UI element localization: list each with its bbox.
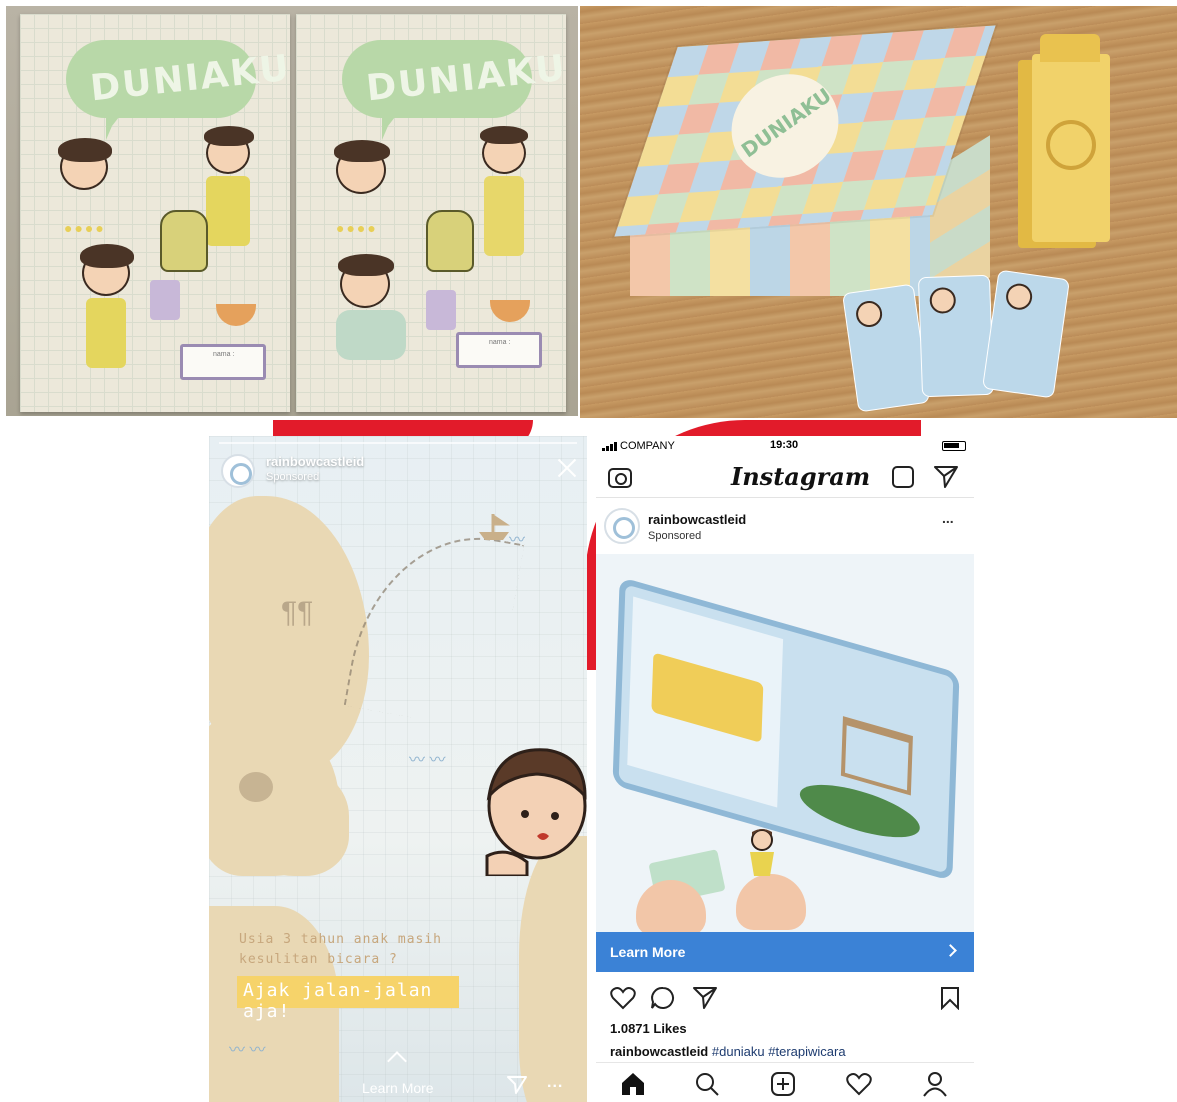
post-image[interactable] (596, 554, 974, 932)
learn-more-label[interactable]: Learn More (610, 944, 685, 960)
battery-icon (942, 441, 966, 451)
duck-stickers: ●●●● (336, 220, 378, 236)
sponsored-label: Sponsored (648, 530, 702, 542)
deck-seal (1046, 120, 1096, 170)
caption-hashtags[interactable]: #duniaku #terapiwicara (712, 1044, 846, 1059)
likes-count[interactable]: 1.0871 Likes (610, 1021, 687, 1036)
boy-hair-sticker (338, 254, 394, 276)
boy-hair-sticker (334, 140, 390, 162)
flash-card (842, 283, 930, 413)
flash-card (982, 269, 1070, 399)
card-deck-box (1032, 34, 1110, 242)
boy-body-sticker (484, 176, 524, 256)
product-box-photo: DUNIAKU (580, 6, 1177, 418)
igtv-icon[interactable] (892, 466, 914, 488)
story-question-line1: Usia 3 tahun anak masih (239, 932, 443, 947)
profile-icon[interactable] (922, 1071, 948, 1097)
blocks-sticker (426, 290, 456, 330)
name-label-sticker: nama : (180, 344, 266, 380)
home-icon[interactable] (620, 1071, 646, 1097)
boy-body-sticker (336, 310, 406, 360)
name-label-sticker: nama : (456, 332, 542, 368)
fork-knife-icon: ¶¶ (281, 596, 314, 629)
sticker-sheets-photo: DUNIAKU ●●●● nama : DUNIAKU ●●●● nama : (6, 6, 578, 416)
bookmark-icon[interactable] (940, 986, 960, 1010)
instagram-logo: Instagram (731, 462, 871, 491)
girl-hair-sticker (80, 244, 134, 268)
logo-bubble: DUNIAKU (66, 40, 293, 140)
girl-cutout (750, 829, 774, 876)
girl-body-sticker (86, 298, 126, 368)
direct-message-icon[interactable] (934, 466, 958, 488)
logo-bubble: DUNIAKU (342, 40, 569, 140)
story-cta-text: Ajak jalan-jalan aja! (243, 980, 433, 1022)
instagram-feed: COMPANY 19:30 Instagram rainbowcastleid … (596, 436, 974, 1102)
learn-more-link[interactable]: Learn More (362, 1080, 434, 1096)
story-ad: ¶¶ 〰 〰 〰 〰 〰 rainbowcastleid Sponsored U… (209, 436, 587, 1102)
carrier-name: COMPANY (620, 440, 675, 452)
close-icon[interactable] (555, 456, 579, 480)
more-options-button[interactable]: ... (547, 1074, 563, 1092)
story-question-line2: kesulitan bicara ? (239, 952, 398, 967)
camera-icon[interactable] (608, 468, 632, 488)
status-time: 19:30 (770, 439, 799, 451)
backpack-sticker (426, 210, 474, 272)
box-logo-text: DUNIAKU (736, 83, 836, 163)
post-caption: rainbowcastleid #duniaku #terapiwicara (610, 1044, 846, 1059)
avatar[interactable] (604, 508, 640, 544)
heart-icon[interactable] (610, 986, 636, 1010)
ship-icon (479, 514, 510, 540)
blocks-sticker (150, 280, 180, 320)
wave-icon: 〰 〰 (409, 752, 446, 769)
story-progress-bar (219, 442, 577, 444)
girl-dress-sticker (206, 176, 250, 246)
popup-book-illustration (612, 576, 960, 882)
story-username[interactable]: rainbowcastleid (266, 454, 364, 469)
post-actions (596, 980, 974, 1016)
share-icon[interactable] (692, 986, 718, 1010)
boy-hair-sticker (480, 126, 528, 144)
app-header: Instagram (596, 458, 974, 498)
duck-stickers: ●●●● (64, 220, 106, 236)
comment-icon[interactable] (650, 986, 676, 1010)
status-bar: COMPANY 19:30 (596, 436, 974, 456)
send-icon[interactable] (507, 1076, 527, 1094)
caption-username[interactable]: rainbowcastleid (610, 1044, 708, 1059)
desk-illustration (840, 716, 913, 796)
sponsored-label: Sponsored (266, 471, 320, 483)
wave-icon: 〰 〰 (229, 1042, 266, 1059)
wave-icon: 〰 (509, 532, 526, 549)
post-username[interactable]: rainbowcastleid (648, 512, 746, 527)
sticker-sheet: DUNIAKU ●●●● nama : (296, 14, 569, 412)
backpack-sticker (160, 210, 208, 272)
girl-hair-sticker (58, 138, 112, 162)
logo-text: DUNIAKU (364, 47, 569, 110)
boy-character (485, 748, 587, 876)
story-cta-highlight: Ajak jalan-jalan aja! (237, 976, 459, 1022)
fruit-bowl-sticker (490, 300, 530, 322)
post-header: rainbowcastleid Sponsored ... (596, 504, 974, 554)
learn-more-bar[interactable]: Learn More (596, 932, 974, 972)
more-options-button[interactable]: ... (942, 510, 954, 526)
duck-icon (239, 772, 273, 802)
deck-hanger (1040, 34, 1100, 62)
chevron-right-icon (944, 944, 957, 957)
signal-icon (602, 442, 618, 451)
sticker-sheet: DUNIAKU ●●●● nama : (20, 14, 293, 412)
activity-heart-icon[interactable] (846, 1071, 872, 1097)
fruit-bowl-sticker (216, 304, 256, 326)
avatar[interactable] (221, 454, 255, 488)
bottom-tab-bar (596, 1062, 974, 1102)
search-icon[interactable] (694, 1071, 720, 1097)
logo-text: DUNIAKU (88, 47, 293, 110)
girl-hair-sticker (204, 126, 254, 146)
add-post-icon[interactable] (770, 1071, 796, 1097)
